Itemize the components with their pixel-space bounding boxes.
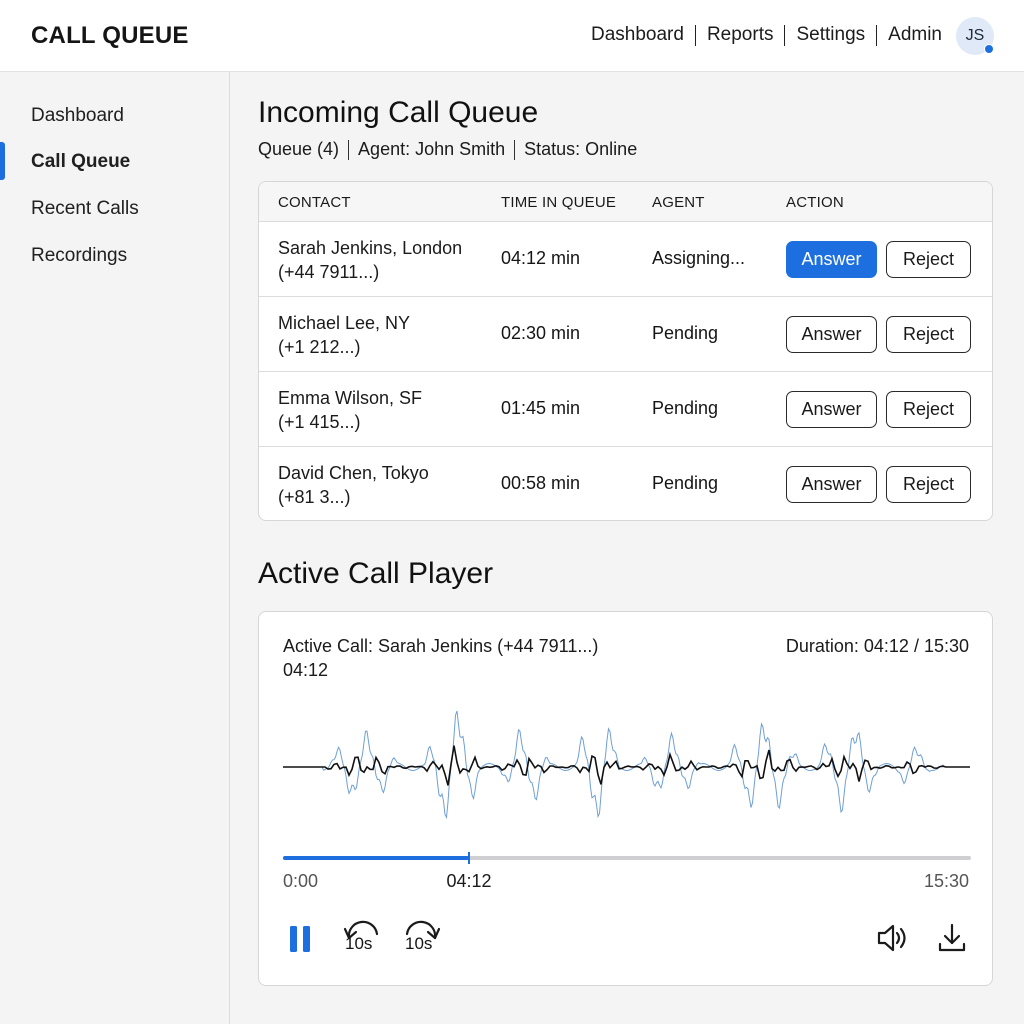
top-bar: CALL QUEUE Dashboard Reports Settings Ad… <box>0 0 1024 72</box>
column-header-time: TIME IN QUEUE <box>501 194 617 211</box>
queue-table: CONTACT TIME IN QUEUE AGENT ACTION Sarah… <box>258 181 993 521</box>
nav-divider <box>876 24 878 46</box>
time-in-queue: 00:58 min <box>501 473 581 493</box>
contact-phone: (+1 415...) <box>278 412 361 432</box>
volume-icon[interactable] <box>876 923 910 953</box>
sidebar-item-recordings[interactable]: Recordings <box>31 245 127 267</box>
time-current: 04:12 <box>446 871 492 891</box>
column-header-contact: CONTACT <box>278 194 351 211</box>
answer-button[interactable]: Answer <box>786 316 877 353</box>
time-end: 15:30 <box>923 871 969 891</box>
page-title: Incoming Call Queue <box>258 96 539 129</box>
meta-divider <box>348 139 350 160</box>
agent-cell: Pending <box>652 323 719 343</box>
table-row: David Chen, Tokyo (+81 3...) 00:58 min P… <box>259 447 992 520</box>
agent-cell: Pending <box>652 398 719 418</box>
contact-cell: Sarah Jenkins, London (+44 7911...) <box>278 236 462 284</box>
sidebar: Dashboard Call Queue Recent Calls Record… <box>0 72 230 1024</box>
contact-phone: (+44 7911...) <box>278 262 380 282</box>
agent-cell: Pending <box>652 473 719 493</box>
nav-divider <box>694 24 696 46</box>
reject-button[interactable]: Reject <box>886 391 971 428</box>
reject-button[interactable]: Reject <box>886 466 971 503</box>
table-row: Michael Lee, NY (+1 212...) 02:30 min Pe… <box>259 297 992 372</box>
time-in-queue: 04:12 min <box>501 248 581 268</box>
contact-name: Emma Wilson, SF <box>278 388 423 408</box>
column-header-agent: AGENT <box>652 194 705 211</box>
sidebar-item-dashboard[interactable]: Dashboard <box>31 105 124 127</box>
agent-name: Agent: John Smith <box>358 139 506 159</box>
progress-track[interactable] <box>283 852 971 864</box>
agent-status: Status: Online <box>524 139 638 159</box>
sidebar-item-call-queue[interactable]: Call Queue <box>31 151 130 173</box>
answer-button[interactable]: Answer <box>786 466 877 503</box>
time-in-queue: 02:30 min <box>501 323 581 343</box>
contact-name: David Chen, Tokyo <box>278 463 429 483</box>
contact-cell: Emma Wilson, SF (+1 415...) <box>278 386 422 434</box>
pause-icon[interactable] <box>287 924 315 954</box>
time-in-queue: 01:45 min <box>501 398 581 418</box>
active-call-label: Active Call: Sarah Jenkins (+44 7911...) <box>283 636 599 656</box>
nav-link-admin[interactable]: Admin <box>888 24 942 46</box>
nav-link-dashboard[interactable]: Dashboard <box>591 24 684 46</box>
top-nav: Dashboard Reports Settings Admin <box>591 24 942 46</box>
audio-waveform[interactable] <box>283 692 971 842</box>
duration-readout: Duration: 04:12 / 15:30 <box>785 636 969 656</box>
nav-link-settings[interactable]: Settings <box>796 24 865 46</box>
contact-cell: David Chen, Tokyo (+81 3...) <box>278 461 429 509</box>
nav-divider <box>784 24 786 46</box>
table-row: Emma Wilson, SF (+1 415...) 01:45 min Pe… <box>259 372 992 447</box>
current-time-readout: 04:12 <box>283 660 329 680</box>
rewind-10s-label: 10s <box>345 934 373 953</box>
download-icon[interactable] <box>936 922 968 954</box>
answer-button[interactable]: Answer <box>786 241 877 278</box>
forward-10s-button[interactable]: 10s <box>401 918 441 960</box>
contact-name: Sarah Jenkins, London <box>278 238 463 258</box>
time-start: 0:00 <box>283 871 319 891</box>
player-section-title: Active Call Player <box>258 557 494 590</box>
forward-10s-label: 10s <box>405 934 433 953</box>
meta-divider <box>514 139 516 160</box>
column-header-action: ACTION <box>786 194 844 211</box>
app-title: CALL QUEUE <box>31 22 189 49</box>
agent-cell: Assigning... <box>652 248 746 268</box>
table-header: CONTACT TIME IN QUEUE AGENT ACTION <box>259 182 992 222</box>
online-status-dot <box>984 44 994 54</box>
sidebar-item-recent-calls[interactable]: Recent Calls <box>31 198 139 220</box>
contact-cell: Michael Lee, NY (+1 212...) <box>278 311 410 359</box>
contact-phone: (+81 3...) <box>278 487 351 507</box>
progress-handle[interactable] <box>468 852 470 864</box>
nav-link-reports[interactable]: Reports <box>707 24 774 46</box>
progress-fill <box>283 856 469 860</box>
table-row: Sarah Jenkins, London (+44 7911...) 04:1… <box>259 222 992 297</box>
waveform-signal <box>283 710 970 820</box>
queue-count: Queue (4) <box>258 139 340 159</box>
reject-button[interactable]: Reject <box>886 241 971 278</box>
sidebar-active-indicator <box>0 142 5 180</box>
call-player: Active Call: Sarah Jenkins (+44 7911...)… <box>258 611 993 986</box>
contact-name: Michael Lee, NY <box>278 313 411 333</box>
rewind-10s-button[interactable]: 10s <box>343 918 383 960</box>
queue-meta: Queue (4) Agent: John Smith Status: Onli… <box>258 139 637 160</box>
answer-button[interactable]: Answer <box>786 391 877 428</box>
reject-button[interactable]: Reject <box>886 316 971 353</box>
contact-phone: (+1 212...) <box>278 337 361 357</box>
